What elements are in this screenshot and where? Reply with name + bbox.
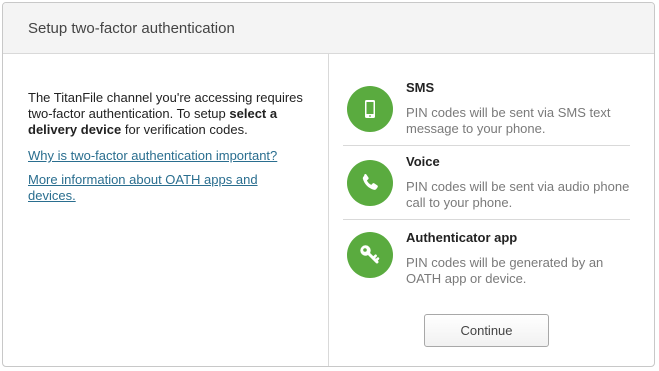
option-authenticator-app[interactable]: Authenticator app PIN codes will be gene…	[343, 220, 630, 295]
why-2fa-important-link[interactable]: Why is two-factor authentication importa…	[28, 148, 308, 164]
phone-handset-icon	[347, 160, 393, 206]
option-authenticator-title: Authenticator app	[406, 230, 518, 245]
dialog-title: Setup two-factor authentication	[28, 19, 235, 37]
delivery-options-pane: SMS PIN codes will be sent via SMS text …	[329, 54, 654, 366]
info-pane: The TitanFile channel you're accessing r…	[3, 54, 329, 366]
option-voice-description: PIN codes will be sent via audio phone c…	[406, 179, 630, 210]
option-sms-title: SMS	[406, 80, 435, 95]
mobile-phone-icon	[347, 86, 393, 132]
option-voice-title: Voice	[406, 154, 440, 169]
option-authenticator-description: PIN codes will be generated by an OATH a…	[406, 255, 604, 286]
option-voice-text: Voice PIN codes will be sent via audio p…	[406, 154, 630, 211]
option-authenticator-text: Authenticator app PIN codes will be gene…	[406, 230, 630, 287]
intro-text: The TitanFile channel you're accessing r…	[28, 90, 308, 138]
option-sms-description: PIN codes will be sent via SMS text mess…	[406, 105, 611, 136]
option-sms-text: SMS PIN codes will be sent via SMS text …	[406, 80, 630, 137]
intro-text-after: for verification codes.	[121, 122, 248, 137]
oath-info-link[interactable]: More information about OATH apps and dev…	[28, 172, 308, 204]
option-voice[interactable]: Voice PIN codes will be sent via audio p…	[343, 146, 630, 220]
continue-button[interactable]: Continue	[424, 314, 549, 347]
key-icon	[347, 232, 393, 278]
dialog-header: Setup two-factor authentication	[3, 3, 654, 54]
two-factor-dialog: Setup two-factor authentication The Tita…	[2, 2, 655, 367]
dialog-body: The TitanFile channel you're accessing r…	[3, 54, 654, 366]
option-sms[interactable]: SMS PIN codes will be sent via SMS text …	[343, 54, 630, 146]
